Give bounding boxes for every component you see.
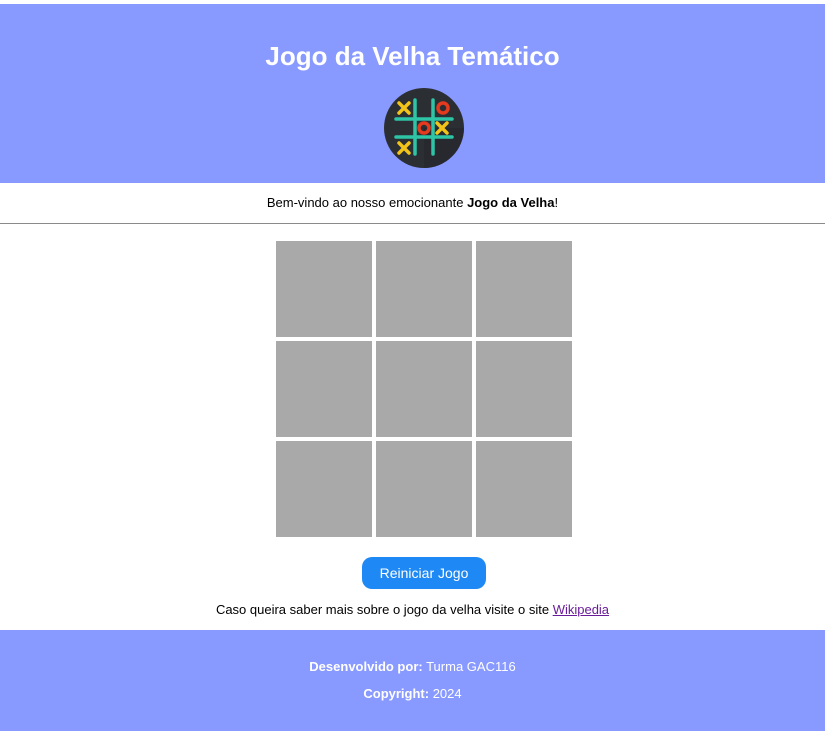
game-board (276, 241, 572, 537)
footer-copyright: Copyright: 2024 (0, 686, 825, 701)
page-title: Jogo da Velha Temático (265, 41, 560, 71)
info-text: Caso queira saber mais sobre o jogo da v… (0, 602, 825, 617)
board-cell-7[interactable] (276, 441, 372, 537)
wikipedia-link[interactable]: Wikipedia (553, 602, 609, 617)
tic-tac-toe-logo-icon (384, 88, 464, 168)
board-cell-5[interactable] (376, 341, 472, 437)
board-cell-3[interactable] (476, 241, 572, 337)
page-header: Jogo da Velha Temático (0, 4, 825, 183)
footer-developer-value: Turma GAC116 (422, 659, 516, 674)
welcome-game-name: Jogo da Velha (467, 195, 555, 210)
board-cell-8[interactable] (376, 441, 472, 537)
board-cell-6[interactable] (476, 341, 572, 437)
footer-copyright-label: Copyright: (363, 686, 430, 701)
divider (0, 223, 825, 224)
welcome-message: Bem-vindo ao nosso emocionante Jogo da V… (0, 195, 825, 210)
page-footer: Desenvolvido por: Turma GAC116 Copyright… (0, 630, 825, 731)
board-cell-2[interactable] (376, 241, 472, 337)
info-message: Caso queira saber mais sobre o jogo da v… (215, 602, 553, 617)
footer-developer: Desenvolvido por: Turma GAC116 (0, 659, 825, 674)
welcome-prefix: Bem-vindo ao nosso emocionante (266, 195, 468, 210)
board-cell-9[interactable] (476, 441, 572, 537)
welcome-suffix: ! (554, 195, 559, 210)
footer-copyright-value: 2024 (429, 686, 462, 701)
footer-developer-label: Desenvolvido por: (309, 659, 423, 674)
board-cell-1[interactable] (276, 241, 372, 337)
restart-game-button[interactable]: Reiniciar Jogo (362, 557, 486, 589)
board-cell-4[interactable] (276, 341, 372, 437)
